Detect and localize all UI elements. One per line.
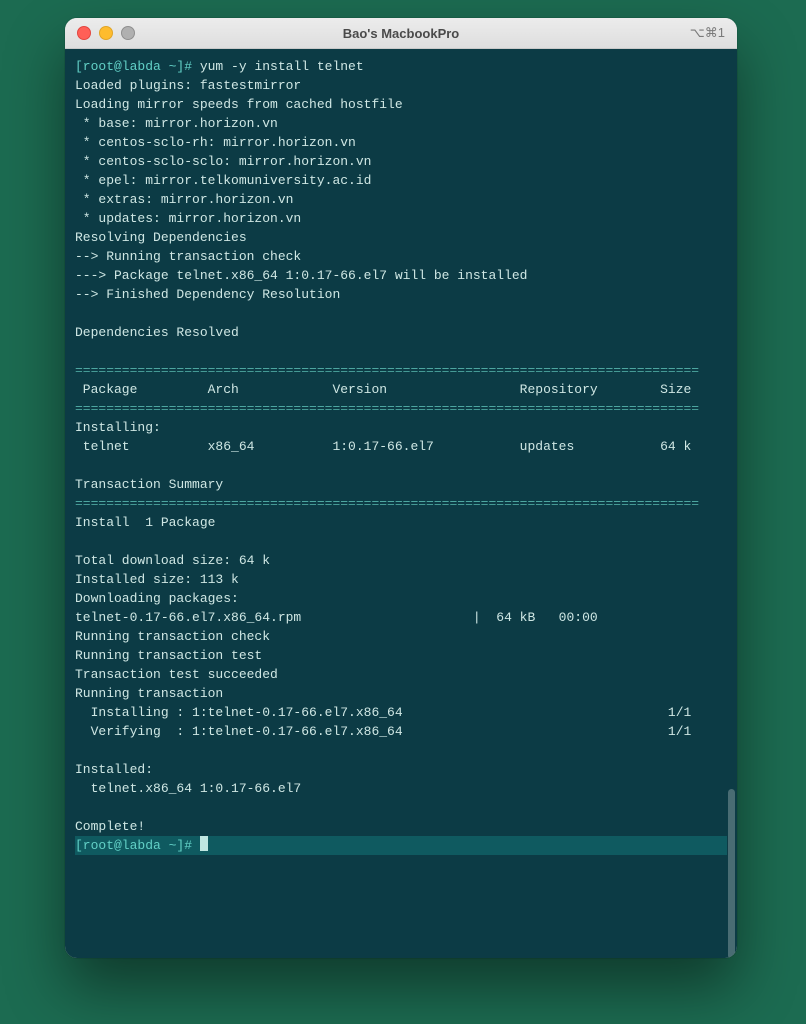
output-line: * updates: mirror.horizon.vn [75, 211, 301, 226]
output-line: Loaded plugins: fastestmirror [75, 78, 301, 93]
output-line: Dependencies Resolved [75, 325, 239, 340]
output-line: Total download size: 64 k [75, 553, 270, 568]
output-line: ---> Package telnet.x86_64 1:0.17-66.el7… [75, 268, 527, 283]
output-line: Running transaction check [75, 629, 270, 644]
output-line: Installing: [75, 420, 161, 435]
prompt: [root@labda ~]# [75, 59, 192, 74]
output-line: * extras: mirror.horizon.vn [75, 192, 293, 207]
output-line: --> Finished Dependency Resolution [75, 287, 340, 302]
output-line: Verifying : 1:telnet-0.17-66.el7.x86_64 … [75, 724, 691, 739]
scrollbar-thumb[interactable] [728, 789, 735, 958]
command-text [192, 838, 200, 853]
terminal-body[interactable]: [root@labda ~]# yum -y install telnet Lo… [65, 49, 737, 958]
output-line: Installing : 1:telnet-0.17-66.el7.x86_64… [75, 705, 691, 720]
output-line: * base: mirror.horizon.vn [75, 116, 278, 131]
zoom-icon[interactable] [121, 26, 135, 40]
window-shortcut: ⌥⌘1 [690, 25, 725, 41]
output-line: Complete! [75, 819, 145, 834]
output-line: * centos-sclo-rh: mirror.horizon.vn [75, 135, 356, 150]
divider-line: ========================================… [75, 401, 699, 416]
table-header: Package Arch Version Repository Size [75, 382, 691, 397]
output-line: Running transaction [75, 686, 223, 701]
output-line: Installed: [75, 762, 153, 777]
terminal-window: Bao's MacbookPro ⌥⌘1 [root@labda ~]# yum… [65, 18, 737, 958]
table-row: telnet x86_64 1:0.17-66.el7 updates 64 k [75, 439, 691, 454]
output-line: * epel: mirror.telkomuniversity.ac.id [75, 173, 371, 188]
divider-line: ========================================… [75, 363, 699, 378]
output-line: --> Running transaction check [75, 249, 301, 264]
prompt: [root@labda ~]# [75, 838, 192, 853]
cursor-icon [200, 836, 208, 851]
output-line: Transaction Summary [75, 477, 223, 492]
output-line: Loading mirror speeds from cached hostfi… [75, 97, 403, 112]
output-line: Running transaction test [75, 648, 262, 663]
output-line: telnet-0.17-66.el7.x86_64.rpm | 64 kB 00… [75, 610, 598, 625]
titlebar[interactable]: Bao's MacbookPro ⌥⌘1 [65, 18, 737, 49]
output-line: Installed size: 113 k [75, 572, 239, 587]
window-title: Bao's MacbookPro [65, 26, 737, 41]
output-line: Resolving Dependencies [75, 230, 247, 245]
divider-line: ========================================… [75, 496, 699, 511]
output-line: Transaction test succeeded [75, 667, 278, 682]
output-line: * centos-sclo-sclo: mirror.horizon.vn [75, 154, 371, 169]
command-text: yum -y install telnet [192, 59, 364, 74]
minimize-icon[interactable] [99, 26, 113, 40]
active-prompt-line[interactable]: [root@labda ~]# [75, 836, 727, 855]
output-line: Downloading packages: [75, 591, 239, 606]
output-line: Install 1 Package [75, 515, 215, 530]
output-line: telnet.x86_64 1:0.17-66.el7 [75, 781, 301, 796]
close-icon[interactable] [77, 26, 91, 40]
traffic-lights [65, 26, 135, 40]
